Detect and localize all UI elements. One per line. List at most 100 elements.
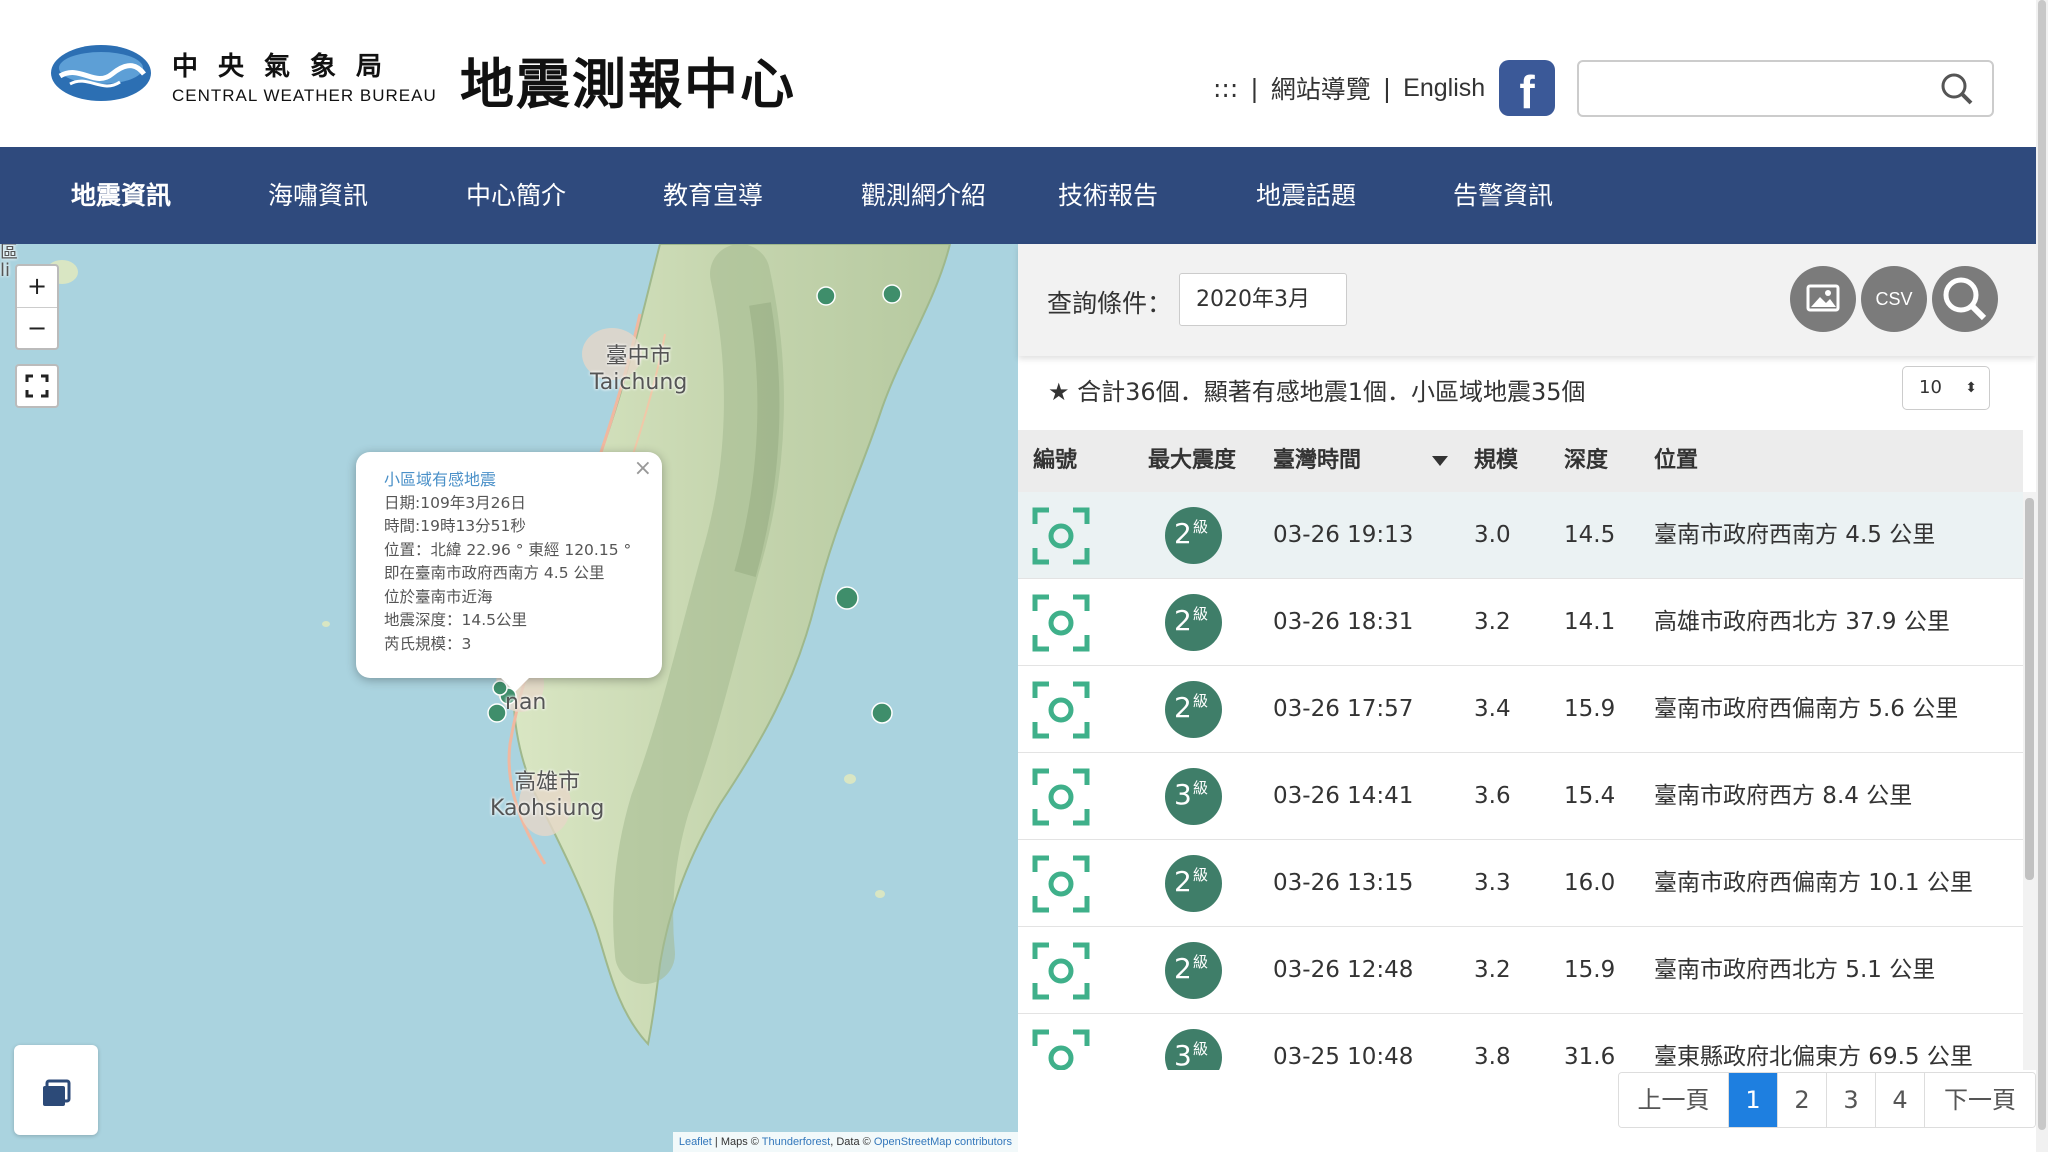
- next-page-button[interactable]: 下一頁: [1925, 1073, 2035, 1127]
- cell-magnitude: 3.8: [1474, 1044, 1511, 1070]
- window-scrollbar-thumb[interactable]: [2038, 0, 2046, 1130]
- col-location[interactable]: 位置: [1654, 430, 1698, 492]
- zoom-in-button[interactable]: +: [17, 266, 57, 307]
- csv-export-button[interactable]: CSV: [1861, 266, 1927, 332]
- nav-item-tsunami-info[interactable]: 海嘯資訊: [268, 147, 368, 244]
- intensity-level: 3: [1174, 1039, 1192, 1070]
- col-depth[interactable]: 深度: [1564, 430, 1608, 492]
- table-row[interactable]: 2 級 03-26 18:31 3.2 14.1 高雄市政府西北方 37.9 公里: [1018, 579, 2023, 666]
- cell-time: 03-26 19:13: [1273, 522, 1414, 548]
- cell-depth: 15.9: [1564, 696, 1616, 722]
- search-icon[interactable]: [1940, 72, 1974, 106]
- utility-nav: ::: | 網站導覽 | English: [1213, 70, 1485, 106]
- summary-text: 合計36個．顯著有感地震1個．小區域地震35個: [1077, 378, 1586, 406]
- intensity-level: 2: [1174, 691, 1192, 724]
- nav-item-education[interactable]: 教育宣導: [663, 147, 763, 244]
- focus-screenshot-icon[interactable]: [1031, 680, 1091, 740]
- page-1-button[interactable]: 1: [1729, 1073, 1778, 1127]
- image-icon: [1806, 284, 1840, 312]
- nav-item-about[interactable]: 中心簡介: [466, 147, 566, 244]
- table-row[interactable]: 3 級 03-25 10:48 3.8 31.6 臺東縣政府北偏東方 69.5 公里: [1018, 1014, 2023, 1070]
- intensity-unit: 級: [1193, 779, 1209, 797]
- attribution-text: , Data ©: [830, 1136, 874, 1148]
- intensity-unit: 級: [1193, 953, 1209, 971]
- table-row[interactable]: 2 級 03-26 19:13 3.0 14.5 臺南市政府西南方 4.5 公里: [1018, 492, 2023, 579]
- earthquake-map[interactable]: 區 li 臺中市 Taichung 高雄市 Kaohsiung nan + − × 小…: [0, 244, 1018, 1152]
- query-month-input[interactable]: 2020年3月: [1179, 273, 1347, 326]
- col-magnitude[interactable]: 規模: [1474, 430, 1518, 492]
- cell-magnitude: 3.4: [1474, 696, 1511, 722]
- fullscreen-button[interactable]: [15, 364, 59, 408]
- search-submit-button[interactable]: [1932, 266, 1998, 332]
- query-label: 查詢條件：: [1047, 289, 1173, 318]
- main-nav: 地震資訊 海嘯資訊 中心簡介 教育宣導 觀測網介紹 技術報告 地震話題 告警資訊: [0, 147, 2036, 244]
- page-2-button[interactable]: 2: [1778, 1073, 1827, 1127]
- cell-depth: 16.0: [1564, 870, 1616, 896]
- page-3-button[interactable]: 3: [1827, 1073, 1876, 1127]
- focus-screenshot-icon[interactable]: [1031, 593, 1091, 653]
- popup-close-button[interactable]: ×: [634, 456, 652, 481]
- table-row[interactable]: 2 級 03-26 12:48 3.2 15.9 臺南市政府西北方 5.1 公里: [1018, 927, 2023, 1014]
- sort-desc-icon[interactable]: [1432, 456, 1448, 466]
- divider: |: [1382, 73, 1392, 103]
- leaflet-link[interactable]: Leaflet: [679, 1136, 712, 1148]
- table-row[interactable]: 2 級 03-26 13:15 3.3 16.0 臺南市政府西偏南方 10.1 公里: [1018, 840, 2023, 927]
- col-max-intensity[interactable]: 最大震度: [1148, 430, 1236, 492]
- layers-button[interactable]: [14, 1045, 98, 1135]
- divider: |: [1250, 73, 1259, 103]
- cell-magnitude: 3.0: [1474, 522, 1511, 548]
- cell-time: 03-26 14:41: [1273, 783, 1414, 809]
- nav-item-alerts[interactable]: 告警資訊: [1453, 147, 1553, 244]
- popup-relative-location: 即在臺南市政府西南方 4.5 公里: [384, 564, 605, 582]
- table-body: 2 級 03-26 19:13 3.0 14.5 臺南市政府西南方 4.5 公里 2 級 03-…: [1018, 492, 2023, 1070]
- window-scrollbar[interactable]: [2036, 0, 2048, 1152]
- fullscreen-icon: [25, 374, 49, 398]
- intensity-unit: 級: [1193, 866, 1209, 884]
- focus-screenshot-icon[interactable]: [1031, 506, 1091, 566]
- table-row[interactable]: 3 級 03-26 14:41 3.6 15.4 臺南市政府西方 8.4 公里: [1018, 753, 2023, 840]
- thunderforest-link[interactable]: Thunderforest: [762, 1136, 830, 1148]
- sitemap-link[interactable]: 網站導覽: [1271, 70, 1371, 106]
- cwb-logo-icon[interactable]: [50, 44, 152, 102]
- search-input[interactable]: [1591, 62, 1931, 112]
- scrollbar-thumb[interactable]: [2025, 498, 2034, 880]
- popup-region: 位於臺南市近海: [384, 587, 493, 606]
- nav-item-topics[interactable]: 地震話題: [1256, 147, 1356, 244]
- query-bar: 查詢條件： 2020年3月 CSV: [1018, 244, 2036, 356]
- cell-magnitude: 3.2: [1474, 609, 1511, 635]
- facebook-icon[interactable]: f: [1499, 60, 1555, 116]
- site-title[interactable]: 地震測報中心: [460, 40, 796, 119]
- english-link[interactable]: English: [1403, 74, 1485, 103]
- osm-link[interactable]: OpenStreetMap contributors: [874, 1136, 1012, 1148]
- table-row[interactable]: 2 級 03-26 17:57 3.4 15.9 臺南市政府西偏南方 5.6 公里: [1018, 666, 2023, 753]
- page-4-button[interactable]: 4: [1876, 1073, 1925, 1127]
- nav-item-earthquake-info[interactable]: 地震資訊: [71, 147, 171, 244]
- col-taiwan-time[interactable]: 臺灣時間: [1273, 430, 1361, 492]
- focus-screenshot-icon[interactable]: [1031, 1028, 1091, 1070]
- cell-depth: 31.6: [1564, 1044, 1616, 1070]
- intensity-badge: 2級: [1165, 942, 1222, 999]
- cell-location: 臺東縣政府北偏東方 69.5 公里: [1654, 1044, 1973, 1070]
- star-icon: ★: [1048, 378, 1070, 406]
- col-id[interactable]: 編號: [1033, 430, 1077, 492]
- cell-location: 臺南市政府西方 8.4 公里: [1654, 783, 1913, 809]
- intensity-badge: 2級: [1165, 594, 1222, 651]
- popup-date: 日期:109年3月26日: [384, 493, 526, 512]
- nav-item-reports[interactable]: 技術報告: [1058, 147, 1158, 244]
- focus-screenshot-icon[interactable]: [1031, 941, 1091, 1001]
- nav-item-network[interactable]: 觀測網介紹: [861, 147, 986, 244]
- image-export-button[interactable]: [1790, 266, 1856, 332]
- focus-screenshot-icon[interactable]: [1031, 767, 1091, 827]
- intensity-level: 2: [1174, 952, 1192, 985]
- table-scrollbar[interactable]: [2023, 492, 2036, 1070]
- focus-screenshot-icon[interactable]: [1031, 854, 1091, 914]
- zoom-out-button[interactable]: −: [17, 307, 57, 348]
- popup-depth: 地震深度：14.5公里: [384, 611, 528, 629]
- cell-time: 03-26 17:57: [1273, 696, 1414, 722]
- prev-page-button[interactable]: 上一頁: [1619, 1073, 1729, 1127]
- accesskey-link[interactable]: :::: [1213, 74, 1238, 103]
- page-size-select[interactable]: 10 ⬍: [1902, 366, 1990, 410]
- cell-location: 臺南市政府西偏南方 5.6 公里: [1654, 696, 1959, 722]
- earthquake-list-panel: 查詢條件： 2020年3月 CSV ★ 合計36個．顯著有感地震1個．小區域地震…: [1018, 244, 2036, 1152]
- cell-location: 高雄市政府西北方 37.9 公里: [1654, 609, 1950, 635]
